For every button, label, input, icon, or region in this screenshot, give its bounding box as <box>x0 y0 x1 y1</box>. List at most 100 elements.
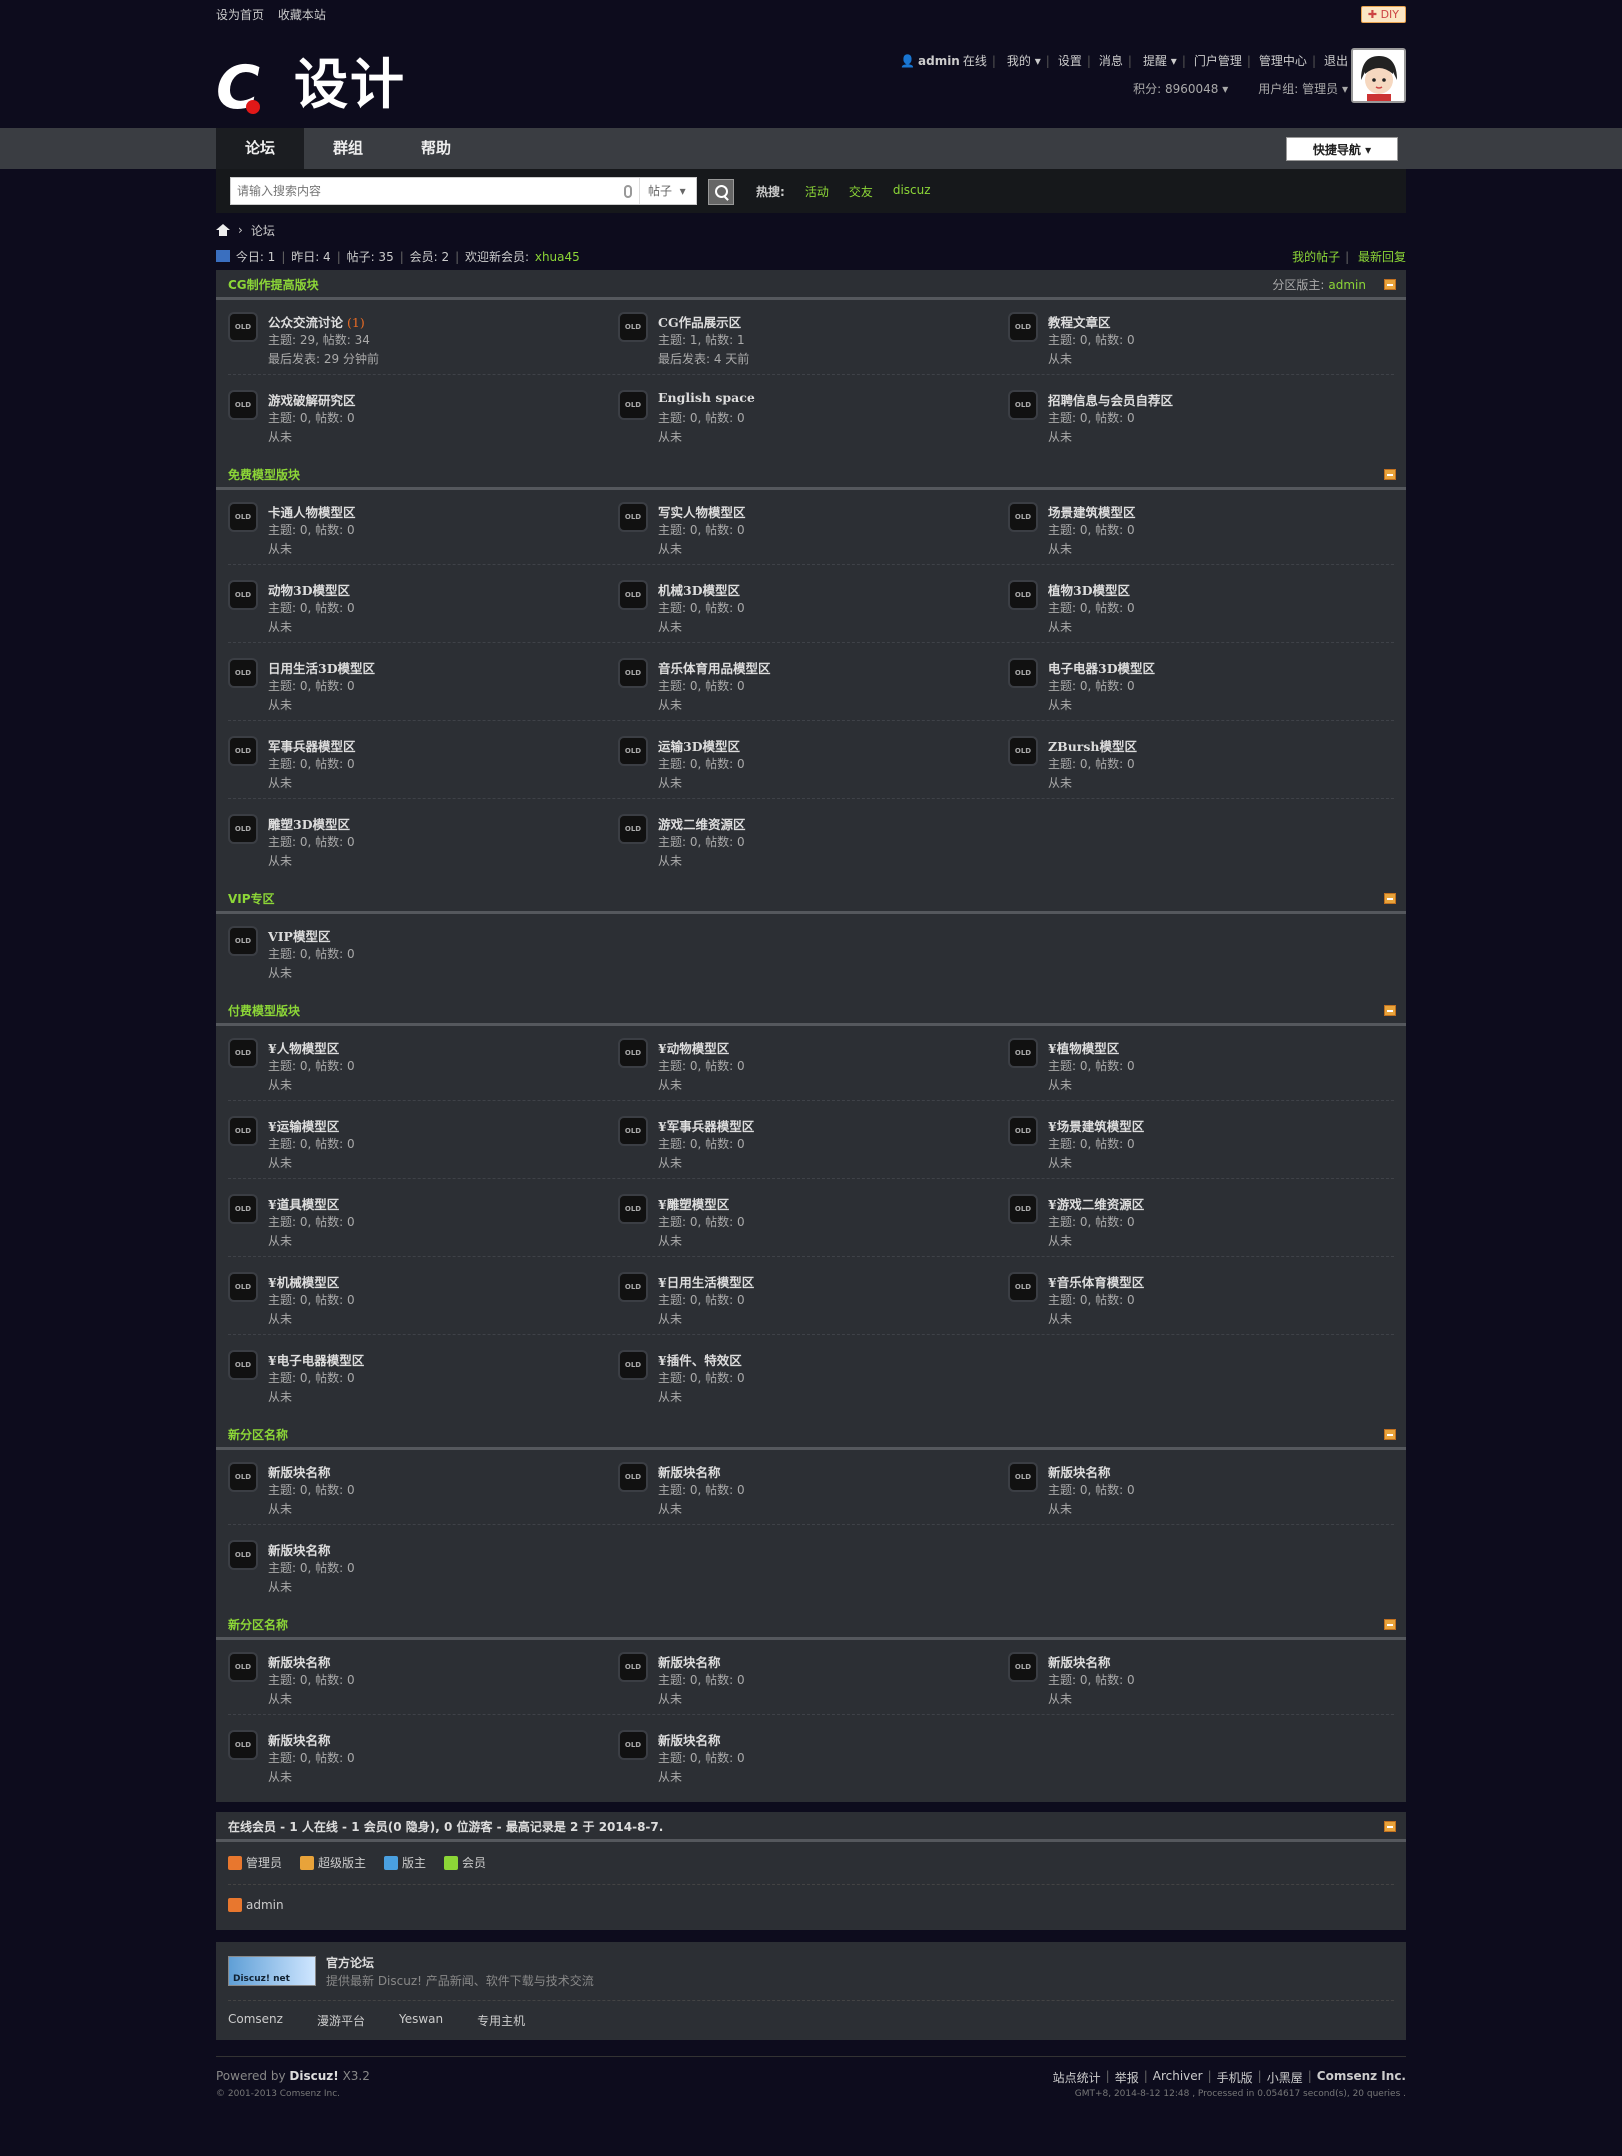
forum-name[interactable]: 卡通人物模型区 <box>268 502 356 521</box>
forum-icon[interactable] <box>1008 312 1038 342</box>
forum-icon[interactable] <box>228 814 258 844</box>
forum-icon[interactable] <box>228 736 258 766</box>
forum-name[interactable]: 游戏二维资源区 <box>658 814 746 833</box>
hot-keyword[interactable]: 交友 <box>849 183 873 200</box>
forum-name[interactable]: ZBursh模型区 <box>1048 736 1137 755</box>
collapse-icon[interactable] <box>1384 1619 1396 1630</box>
microphone-icon[interactable] <box>624 185 632 198</box>
search-button[interactable] <box>708 179 734 205</box>
company-link[interactable]: Comsenz Inc. <box>1317 2069 1406 2086</box>
forum-icon[interactable] <box>618 580 648 610</box>
forum-icon[interactable] <box>618 502 648 532</box>
forum-name[interactable]: 军事兵器模型区 <box>268 736 356 755</box>
collapse-icon[interactable] <box>1384 279 1396 290</box>
friend-link[interactable]: Comsenz <box>228 2012 283 2029</box>
forum-icon[interactable] <box>1008 1038 1038 1068</box>
forum-name[interactable]: ¥雕塑模型区 <box>658 1194 729 1213</box>
messages-link[interactable]: 消息 <box>1099 52 1123 69</box>
footer-link[interactable]: 小黑屋 <box>1267 2069 1303 2086</box>
forum-icon[interactable] <box>228 312 258 342</box>
logout-link[interactable]: 退出 <box>1324 52 1348 69</box>
tab-groups[interactable]: 群组 <box>304 128 392 169</box>
username-link[interactable]: admin <box>918 54 960 68</box>
footer-link[interactable]: 手机版 <box>1217 2069 1253 2086</box>
latest-replies-link[interactable]: 最新回复 <box>1358 250 1406 264</box>
forum-name[interactable]: 新版块名称 <box>1048 1652 1111 1671</box>
avatar[interactable] <box>1351 48 1406 103</box>
friend-link[interactable]: 专用主机 <box>477 2012 525 2029</box>
forum-icon[interactable] <box>1008 1652 1038 1682</box>
forum-name[interactable]: ¥场景建筑模型区 <box>1048 1116 1144 1135</box>
category-header[interactable]: CG制作提高版块 分区版主: admin <box>216 270 1406 300</box>
forum-icon[interactable] <box>228 1116 258 1146</box>
hot-keyword[interactable]: 活动 <box>805 183 829 200</box>
breadcrumb-current[interactable]: 论坛 <box>251 222 275 239</box>
category-header[interactable]: 新分区名称 <box>216 1420 1406 1450</box>
forum-name[interactable]: ¥动物模型区 <box>658 1038 729 1057</box>
forum-icon[interactable] <box>618 814 648 844</box>
forum-name[interactable]: ¥道具模型区 <box>268 1194 339 1213</box>
forum-name[interactable]: 场景建筑模型区 <box>1048 502 1136 521</box>
set-home-link[interactable]: 设为首页 <box>216 8 264 22</box>
forum-icon[interactable] <box>1008 1116 1038 1146</box>
forum-name[interactable]: 雕塑3D模型区 <box>268 814 350 833</box>
my-posts-link[interactable]: 我的帖子 <box>1292 250 1340 264</box>
category-title[interactable]: 付费模型版块 <box>228 1004 300 1018</box>
forum-icon[interactable] <box>618 736 648 766</box>
newest-member-link[interactable]: xhua45 <box>535 250 580 264</box>
forum-name[interactable]: 日用生活3D模型区 <box>268 658 375 677</box>
forum-name[interactable]: 动物3D模型区 <box>268 580 350 599</box>
category-title[interactable]: 新分区名称 <box>228 1618 288 1632</box>
usergroup-menu[interactable]: 用户组: 管理员 ▾ <box>1258 80 1348 97</box>
forum-name[interactable]: VIP模型区 <box>268 926 330 945</box>
forum-icon[interactable] <box>228 1462 258 1492</box>
forum-icon[interactable] <box>1008 658 1038 688</box>
footer-link[interactable]: 站点统计 <box>1053 2069 1101 2086</box>
settings-link[interactable]: 设置 <box>1058 52 1082 69</box>
forum-name[interactable]: 新版块名称 <box>268 1730 331 1749</box>
forum-name[interactable]: 植物3D模型区 <box>1048 580 1130 599</box>
forum-name[interactable]: ¥植物模型区 <box>1048 1038 1119 1057</box>
tab-forum[interactable]: 论坛 <box>216 128 304 169</box>
forum-name[interactable]: 游戏破解研究区 <box>268 390 356 409</box>
points-menu[interactable]: 积分: 8960048 ▾ <box>1133 80 1228 97</box>
forum-name[interactable]: ¥军事兵器模型区 <box>658 1116 754 1135</box>
category-title[interactable]: CG制作提高版块 <box>228 278 319 292</box>
hot-keyword[interactable]: discuz <box>893 183 931 200</box>
forum-icon[interactable] <box>1008 1194 1038 1224</box>
forum-icon[interactable] <box>618 1116 648 1146</box>
forum-name[interactable]: 新版块名称 <box>658 1730 721 1749</box>
category-header[interactable]: VIP专区 <box>216 884 1406 914</box>
forum-icon[interactable] <box>1008 502 1038 532</box>
forum-icon[interactable] <box>228 1194 258 1224</box>
forum-name[interactable]: 运输3D模型区 <box>658 736 740 755</box>
forum-name[interactable]: ¥游戏二维资源区 <box>1048 1194 1144 1213</box>
category-header[interactable]: 免费模型版块 <box>216 460 1406 490</box>
forum-name[interactable]: 机械3D模型区 <box>658 580 740 599</box>
alerts-menu[interactable]: 提醒 ▾ <box>1140 52 1177 69</box>
diy-button[interactable]: ✚ DIY <box>1360 5 1406 23</box>
portal-admin-link[interactable]: 门户管理 <box>1194 52 1242 69</box>
forum-name[interactable]: ¥音乐体育模型区 <box>1048 1272 1144 1291</box>
forum-icon[interactable] <box>1008 736 1038 766</box>
discuz-link[interactable]: Discuz! <box>289 2069 338 2083</box>
forum-name[interactable]: CG作品展示区 <box>658 312 741 331</box>
footer-link[interactable]: Archiver <box>1153 2069 1203 2086</box>
forum-icon[interactable] <box>228 1730 258 1760</box>
forum-name[interactable]: 新版块名称 <box>658 1652 721 1671</box>
friend-link[interactable]: 漫游平台 <box>317 2012 365 2029</box>
forum-icon[interactable] <box>228 1652 258 1682</box>
forum-name[interactable]: 招聘信息与会员自荐区 <box>1048 390 1173 409</box>
forum-name[interactable]: 电子电器3D模型区 <box>1048 658 1155 677</box>
forum-name[interactable]: 公众交流讨论 (1) <box>268 312 365 331</box>
site-logo[interactable]: C 设计 <box>216 48 416 119</box>
forum-name[interactable]: ¥运输模型区 <box>268 1116 339 1135</box>
forum-name[interactable]: 新版块名称 <box>268 1462 331 1481</box>
category-title[interactable]: VIP专区 <box>228 892 275 906</box>
forum-icon[interactable] <box>228 1038 258 1068</box>
forum-name[interactable]: ¥插件、特效区 <box>658 1350 742 1369</box>
collapse-icon[interactable] <box>1384 469 1396 480</box>
forum-icon[interactable] <box>618 1462 648 1492</box>
admin-center-link[interactable]: 管理中心 <box>1259 52 1307 69</box>
forum-name[interactable]: 新版块名称 <box>268 1540 331 1559</box>
